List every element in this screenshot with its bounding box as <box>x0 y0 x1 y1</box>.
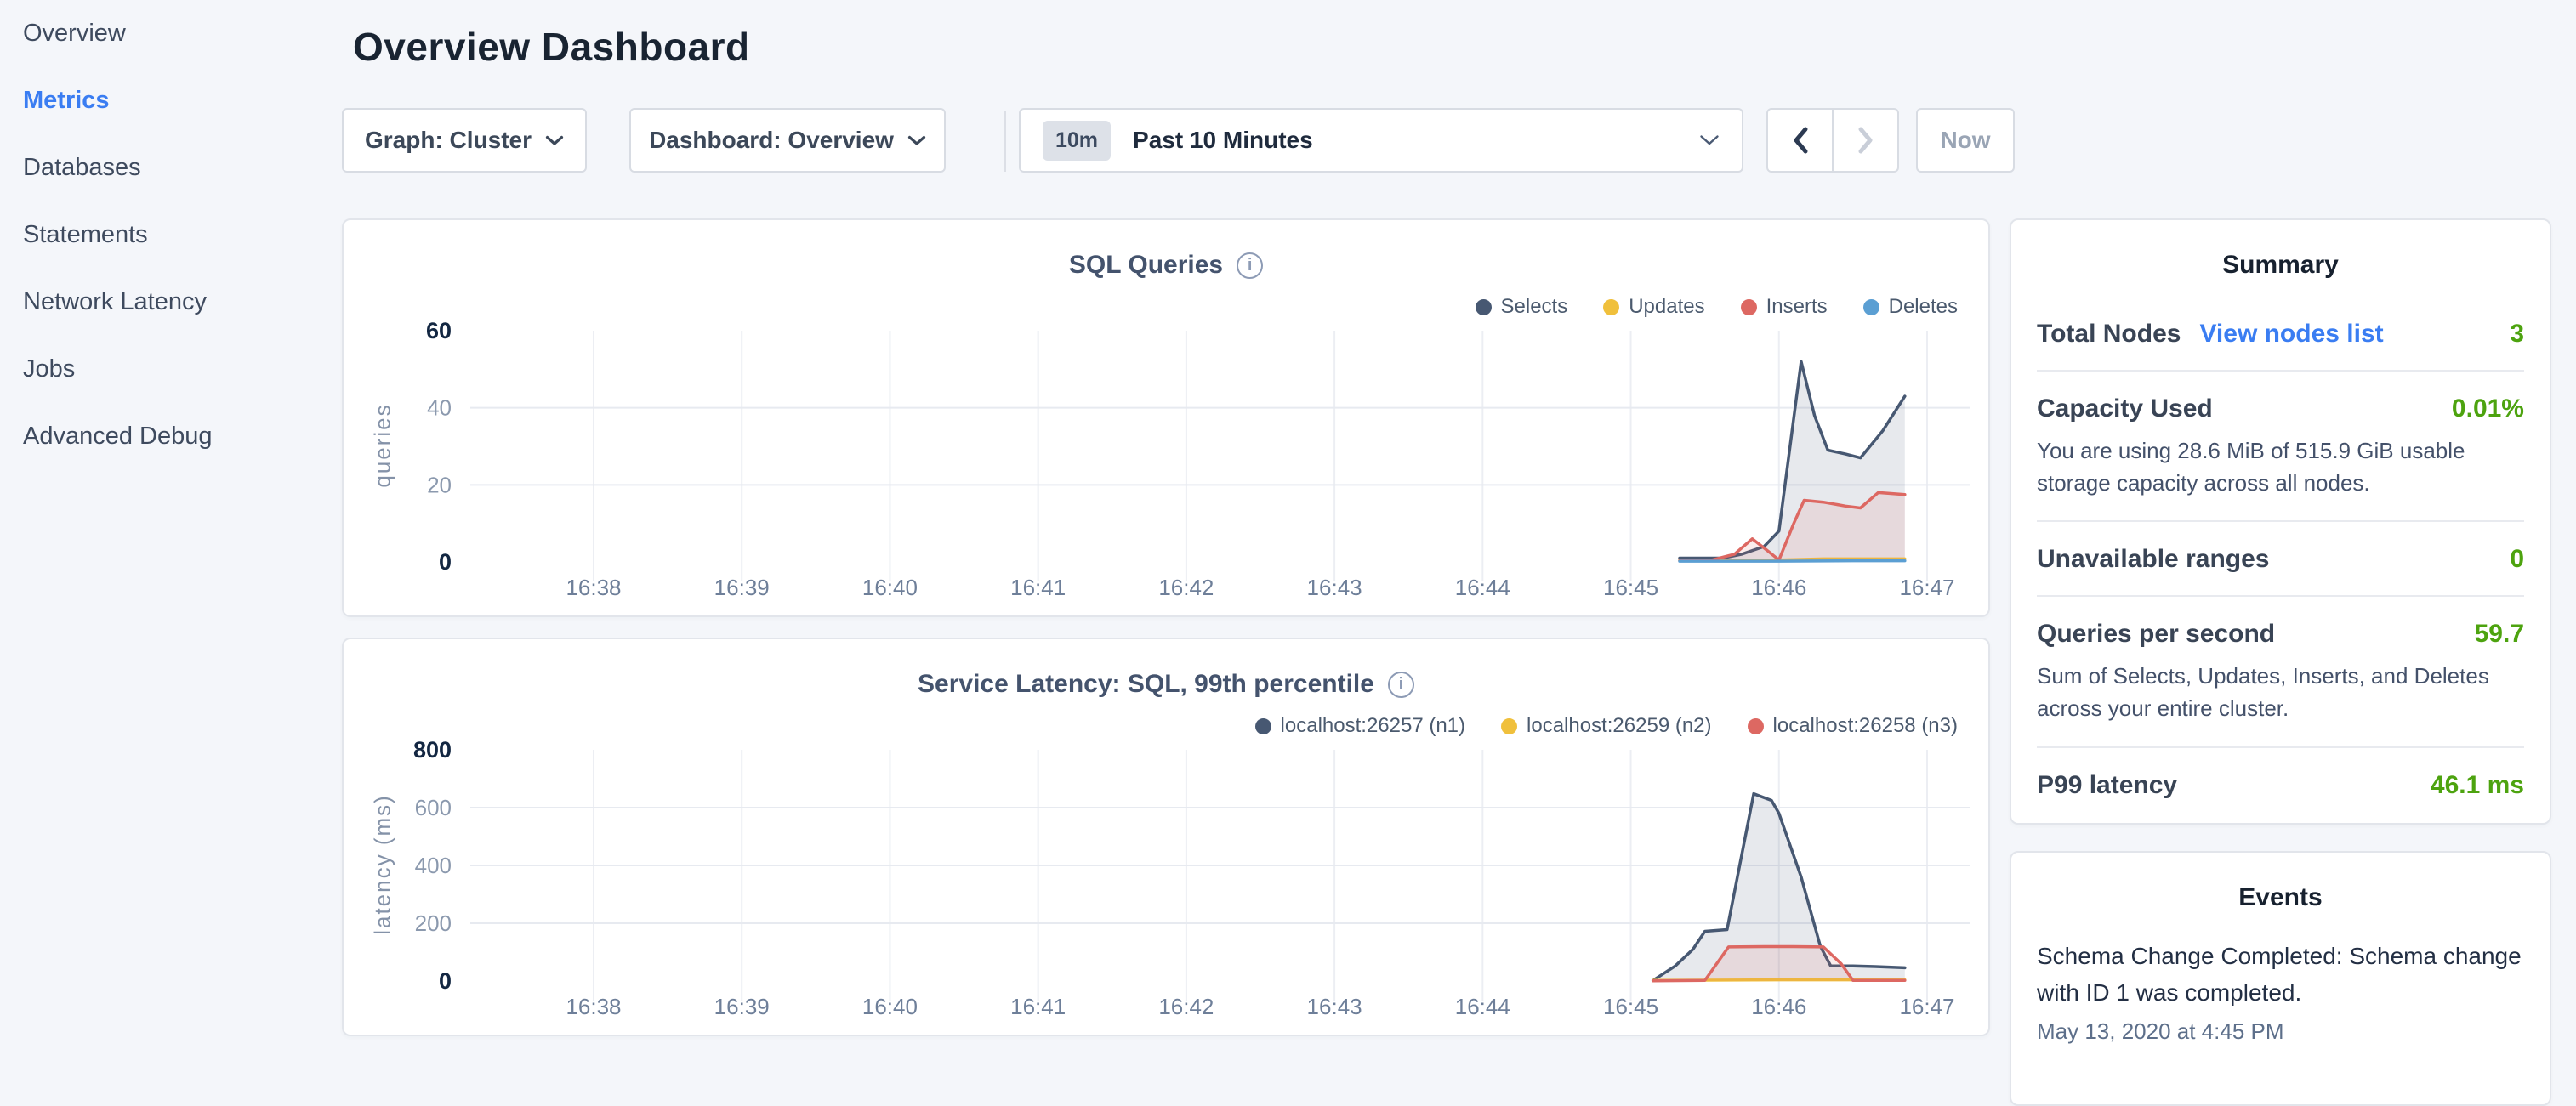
svg-text:16:40: 16:40 <box>862 994 918 1019</box>
svg-text:16:47: 16:47 <box>1899 994 1954 1019</box>
chevron-right-icon <box>1856 125 1876 156</box>
events-title: Events <box>2037 883 2524 912</box>
svg-text:16:43: 16:43 <box>1307 575 1362 600</box>
summary-row-unavailable-ranges: Unavailable ranges 0 <box>2037 522 2524 597</box>
chart-title-row: SQL Queries i <box>344 251 1988 280</box>
chevron-down-icon <box>907 135 926 146</box>
summary-row-value: 0 <box>2510 545 2524 574</box>
svg-text:800: 800 <box>413 737 452 763</box>
sidebar-item-advanced-debug[interactable]: Advanced Debug <box>0 403 340 470</box>
svg-text:0: 0 <box>439 549 452 575</box>
svg-text:16:44: 16:44 <box>1455 994 1510 1019</box>
sidebar-item-metrics[interactable]: Metrics <box>0 67 340 134</box>
summary-rows: Total Nodes View nodes list 3 Capacity Used… <box>2037 297 2524 821</box>
svg-text:16:46: 16:46 <box>1751 994 1806 1019</box>
info-icon[interactable]: i <box>1237 252 1263 279</box>
service-latency-chart: 16:38 16:39 16:40 16:41 16:42 16:43 16:44 16:45… <box>344 724 1988 1035</box>
now-button[interactable]: Now <box>1916 108 2015 173</box>
sidebar-item-databases[interactable]: Databases <box>0 134 340 201</box>
summary-row-caption: Sum of Selects, Updates, Inserts, and De… <box>2037 661 2524 724</box>
summary-title: Summary <box>2037 251 2524 280</box>
graph-dropdown[interactable]: Graph: Cluster <box>342 108 587 173</box>
time-window-dropdown[interactable]: 10m Past 10 Minutes <box>1019 108 1743 173</box>
svg-text:16:41: 16:41 <box>1010 994 1066 1019</box>
svg-text:400: 400 <box>415 853 452 878</box>
svg-text:16:44: 16:44 <box>1455 575 1510 600</box>
summary-row-label: Capacity Used <box>2037 394 2213 423</box>
toolbar-divider <box>1004 111 1006 172</box>
chart-title: Service Latency: SQL, 99th percentile <box>918 670 1374 699</box>
svg-text:200: 200 <box>415 910 452 936</box>
service-latency-panel: Service Latency: SQL, 99th percentile i … <box>342 638 1990 1036</box>
time-window-label: Past 10 Minutes <box>1133 127 1313 154</box>
summary-row-value: 59.7 <box>2475 620 2524 649</box>
svg-text:16:40: 16:40 <box>862 575 918 600</box>
svg-text:16:46: 16:46 <box>1751 575 1806 600</box>
sidebar-item-statements[interactable]: Statements <box>0 201 340 269</box>
summary-row-value: 3 <box>2510 320 2524 349</box>
chart-title: SQL Queries <box>1069 251 1223 280</box>
summary-row-capacity-used: Capacity Used 0.01% You are using 28.6 MiB… <box>2037 372 2524 522</box>
chevron-left-icon <box>1790 125 1811 156</box>
sidebar: OverviewMetricsDatabasesStatementsNetwor… <box>0 0 340 470</box>
info-icon[interactable]: i <box>1388 672 1414 698</box>
dashboard-dropdown[interactable]: Dashboard: Overview <box>629 108 946 173</box>
sidebar-item-jobs[interactable]: Jobs <box>0 336 340 403</box>
summary-row-label: P99 latency <box>2037 771 2177 800</box>
time-step-buttons <box>1766 108 1899 173</box>
svg-text:16:42: 16:42 <box>1158 575 1214 600</box>
svg-text:20: 20 <box>427 472 452 497</box>
dashboard-dropdown-label: Dashboard: Overview <box>649 127 894 154</box>
chevron-down-icon <box>545 135 564 146</box>
summary-row-label: Total Nodes <box>2037 320 2181 349</box>
sidebar-item-network-latency[interactable]: Network Latency <box>0 269 340 336</box>
page: { "sidebar": { "items": [ {"label": "Ove… <box>0 0 2576 1051</box>
graph-dropdown-label: Graph: Cluster <box>365 127 532 154</box>
svg-text:16:41: 16:41 <box>1010 575 1066 600</box>
summary-panel: Summary Total Nodes View nodes list 3 Capac… <box>2010 218 2551 825</box>
svg-text:0: 0 <box>439 968 452 994</box>
summary-row-label: Unavailable ranges <box>2037 545 2269 574</box>
svg-text:16:39: 16:39 <box>714 994 770 1019</box>
time-window-badge: 10m <box>1043 121 1111 161</box>
svg-text:16:43: 16:43 <box>1307 994 1362 1019</box>
svg-text:16:39: 16:39 <box>714 575 770 600</box>
sql-queries-panel: SQL Queries i SelectsUpdatesInsertsDelet… <box>342 218 1990 617</box>
svg-text:16:45: 16:45 <box>1603 575 1658 600</box>
sql-queries-chart: 16:38 16:39 16:40 16:41 16:42 16:43 16:44 16:45… <box>344 305 1988 615</box>
chevron-down-icon <box>1699 134 1720 146</box>
event-text: Schema Change Completed: Schema change w… <box>2037 938 2524 1012</box>
events-list: Schema Change Completed: Schema change w… <box>2037 938 2524 1045</box>
previous-time-window-button[interactable] <box>1768 110 1832 171</box>
summary-row-p99-latency: P99 latency 46.1 ms <box>2037 748 2524 821</box>
svg-text:16:47: 16:47 <box>1899 575 1954 600</box>
svg-text:16:45: 16:45 <box>1603 994 1658 1019</box>
svg-text:40: 40 <box>427 395 452 421</box>
summary-row-total-nodes: Total Nodes View nodes list 3 <box>2037 297 2524 372</box>
events-panel: Events Schema Change Completed: Schema c… <box>2010 851 2551 1106</box>
chart-title-row: Service Latency: SQL, 99th percentile i <box>344 670 1988 699</box>
page-title: Overview Dashboard <box>353 24 750 70</box>
event-timestamp: May 13, 2020 at 4:45 PM <box>2037 1018 2524 1045</box>
view-nodes-list-link[interactable]: View nodes list <box>2199 320 2383 349</box>
next-time-window-button[interactable] <box>1832 110 1897 171</box>
summary-row-queries-per-second: Queries per second 59.7 Sum of Selects, Up… <box>2037 597 2524 747</box>
event-item: Schema Change Completed: Schema change w… <box>2037 938 2524 1045</box>
svg-text:16:42: 16:42 <box>1158 994 1214 1019</box>
summary-row-value: 0.01% <box>2452 394 2524 423</box>
summary-row-caption: You are using 28.6 MiB of 515.9 GiB usab… <box>2037 435 2524 499</box>
svg-text:16:38: 16:38 <box>566 994 621 1019</box>
sidebar-item-overview[interactable]: Overview <box>0 0 340 67</box>
svg-text:600: 600 <box>415 795 452 820</box>
summary-row-value: 46.1 ms <box>2431 771 2524 800</box>
svg-text:16:38: 16:38 <box>566 575 621 600</box>
summary-row-label: Queries per second <box>2037 620 2275 649</box>
svg-text:60: 60 <box>426 318 452 343</box>
